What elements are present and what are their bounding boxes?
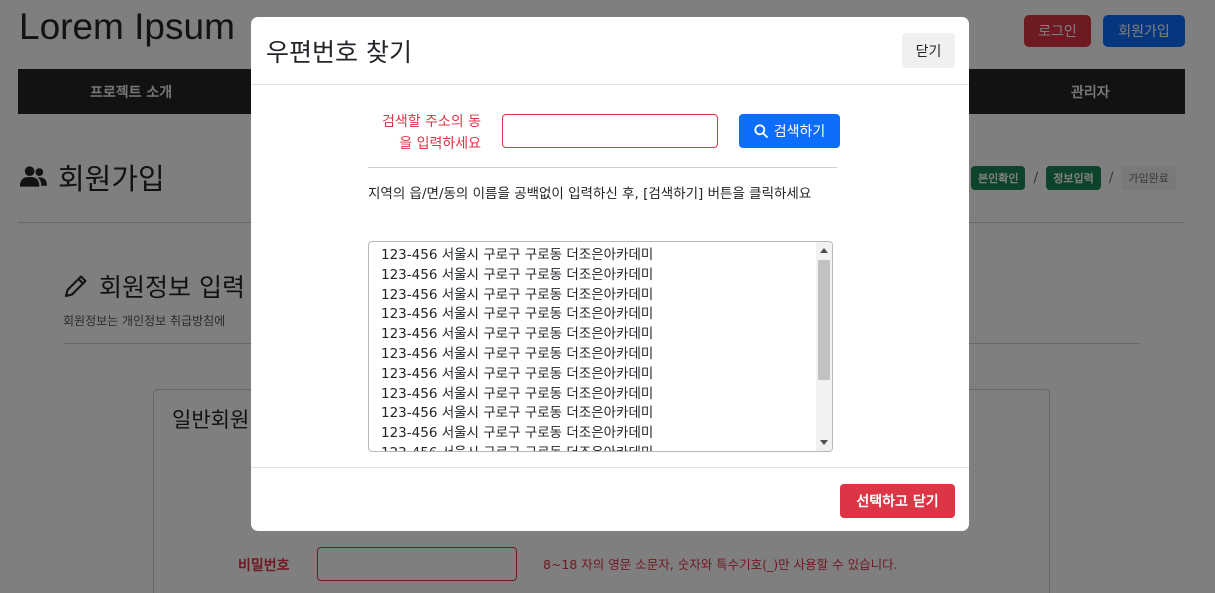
modal-divider: [368, 167, 837, 168]
result-scrollbar[interactable]: [816, 242, 832, 451]
close-button[interactable]: 닫기: [902, 33, 955, 68]
result-item[interactable]: 123-456 서울시 구로구 구로동 더조은아카데미: [381, 305, 653, 325]
result-item[interactable]: 123-456 서울시 구로구 구로동 더조은아카데미: [381, 246, 653, 266]
result-item[interactable]: 123-456 서울시 구로구 구로동 더조은아카데미: [381, 365, 653, 385]
search-button-label: 검색하기: [773, 124, 826, 140]
result-items: 123-456 서울시 구로구 구로동 더조은아카데미 123-456 서울시 …: [381, 246, 653, 451]
result-item[interactable]: 123-456 서울시 구로구 구로동 더조은아카데미: [381, 286, 653, 306]
result-item[interactable]: 123-456 서울시 구로구 구로동 더조은아카데미: [381, 266, 653, 286]
modal-footer: 선택하고 닫기: [251, 467, 969, 531]
search-icon: [754, 124, 768, 138]
postcode-modal: 우편번호 찾기 닫기 검색할 주소의 동 을 입력하세요 검색하기 지역의 읍/…: [251, 17, 969, 531]
search-label-line2: 을 입력하세요: [399, 136, 481, 152]
scroll-thumb[interactable]: [818, 260, 830, 380]
result-item[interactable]: 123-456 서울시 구로구 구로동 더조은아카데미: [381, 404, 653, 424]
select-and-close-button[interactable]: 선택하고 닫기: [840, 484, 955, 518]
result-item[interactable]: 123-456 서울시 구로구 구로동 더조은아카데미: [381, 325, 653, 345]
result-item[interactable]: 123-456 서울시 구로구 구로동 더조은아카데미: [381, 345, 653, 365]
result-item[interactable]: 123-456 서울시 구로구 구로동 더조은아카데미: [381, 385, 653, 405]
search-label: 검색할 주소의 동 을 입력하세요: [361, 111, 481, 155]
scroll-up-icon[interactable]: [820, 248, 828, 253]
search-label-line1: 검색할 주소의 동: [381, 114, 481, 130]
modal-title: 우편번호 찾기: [266, 38, 412, 67]
scroll-down-icon[interactable]: [820, 440, 828, 445]
address-result-list[interactable]: 123-456 서울시 구로구 구로동 더조은아카데미 123-456 서울시 …: [368, 241, 833, 452]
search-button[interactable]: 검색하기: [739, 114, 840, 148]
modal-header: 우편번호 찾기 닫기: [251, 17, 969, 85]
result-item[interactable]: 123-456 서울시 구로구 구로동 더조은아카데미: [381, 424, 653, 444]
instruction-text: 지역의 읍/면/동의 이름을 공백없이 입력하신 후, [검색하기] 버튼을 클…: [368, 186, 812, 202]
search-input[interactable]: [502, 114, 718, 148]
result-item[interactable]: 123-456 서울시 구로구 구로동 더조은아카데미: [381, 444, 653, 451]
